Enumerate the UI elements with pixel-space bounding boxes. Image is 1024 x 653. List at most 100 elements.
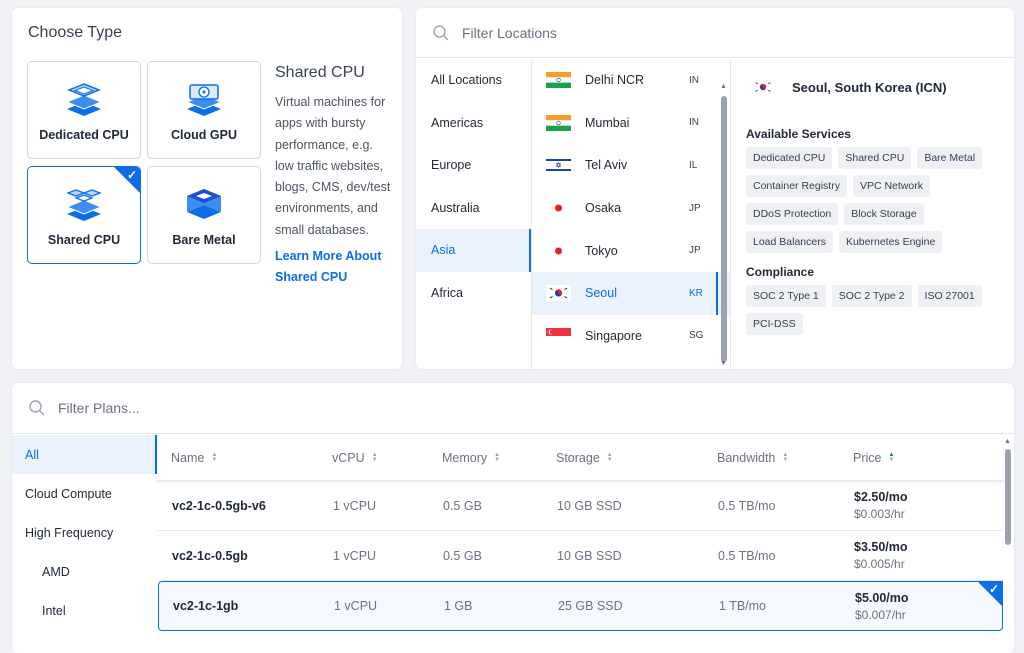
search-icon [433, 24, 449, 40]
services-heading: Available Services [746, 127, 851, 141]
india-flag-icon [546, 72, 571, 89]
city-osaka[interactable]: Osaka JP [532, 187, 730, 230]
city-tel-aviv[interactable]: Tel Aviv IL [532, 144, 730, 187]
compliance-chip: SOC 2 Type 2 [831, 285, 912, 307]
column-header-storage[interactable]: Storage ▲ ▼ [556, 451, 717, 465]
service-chip: Kubernetes Engine [838, 231, 943, 253]
plan-price: $2.50/mo $0.003/hr [854, 490, 974, 521]
india-flag-icon [546, 114, 571, 131]
column-label: Bandwidth [717, 450, 776, 465]
location-scrollbar[interactable] [721, 96, 727, 362]
compliance-list: SOC 2 Type 1 SOC 2 Type 2 ISO 27001 PCI-… [746, 285, 1000, 335]
bare-metal-icon [187, 189, 221, 219]
region-africa[interactable]: Africa [416, 272, 531, 315]
south-korea-flag-icon [546, 285, 571, 302]
scroll-up-arrow-icon[interactable]: ▲ [720, 83, 727, 90]
choose-type-title: Choose Type [28, 24, 122, 41]
plan-memory: 0.5 GB [443, 548, 482, 563]
plan-vcpu: 1 vCPU [333, 548, 377, 563]
tile-label: Bare Metal [172, 233, 236, 247]
table-row[interactable]: vc2-1c-0.5gb 1 vCPU 0.5 GB 10 GB SSD 0.5… [158, 531, 1003, 581]
category-cloud-compute[interactable]: Cloud Compute [12, 474, 157, 513]
plans-scrollbar[interactable] [1005, 449, 1011, 545]
location-detail: Seoul, South Korea (ICN) Available Servi… [732, 59, 1014, 369]
tile-cloud-gpu[interactable]: Cloud GPU [147, 61, 261, 159]
location-detail-title: Seoul, South Korea (ICN) [792, 79, 947, 95]
region-asia[interactable]: Asia [416, 229, 531, 272]
compliance-heading: Compliance [746, 265, 815, 279]
scroll-up-arrow-icon[interactable]: ▲ [1004, 438, 1011, 445]
city-name: Tokyo [585, 243, 618, 258]
column-header-bandwidth[interactable]: Bandwidth ▲ ▼ [717, 451, 853, 465]
compliance-chip: ISO 27001 [917, 285, 982, 307]
price-monthly: $2.50/mo [854, 490, 908, 504]
location-search-bar [416, 8, 1014, 58]
type-description: Shared CPU Virtual machines for apps wit… [275, 64, 395, 288]
service-chip: Bare Metal [917, 147, 983, 169]
price-hourly: $0.007/hr [855, 607, 906, 622]
column-label: Memory [442, 450, 488, 465]
plan-name: vc2-1c-0.5gb [172, 548, 248, 563]
region-australia[interactable]: Australia [416, 187, 531, 230]
region-all-locations[interactable]: All Locations [416, 59, 531, 102]
country-code: IN [689, 117, 699, 129]
category-amd[interactable]: AMD [12, 552, 157, 591]
table-row[interactable]: vc2-1c-0.5gb-v6 1 vCPU 0.5 GB 10 GB SSD … [158, 481, 1003, 531]
plan-bandwidth: 0.5 TB/mo [718, 498, 776, 513]
sort-icon: ▲ ▼ [371, 451, 378, 463]
city-delhi-ncr[interactable]: Delhi NCR IN [532, 59, 730, 102]
plan-storage: 25 GB SSD [558, 599, 623, 613]
tile-dedicated-cpu[interactable]: Dedicated CPU [27, 61, 141, 159]
city-name: Osaka [585, 201, 622, 216]
sort-icon: ▲ ▼ [782, 451, 789, 463]
sort-icon: ▲ ▼ [211, 451, 218, 463]
search-icon [29, 400, 45, 416]
city-tokyo[interactable]: Tokyo JP [532, 229, 730, 272]
tile-label: Cloud GPU [171, 128, 237, 142]
location-search-input[interactable] [462, 24, 762, 41]
column-header-memory[interactable]: Memory ▲ ▼ [442, 451, 556, 465]
city-mumbai[interactable]: Mumbai IN [532, 102, 730, 145]
country-code: IL [689, 159, 698, 171]
plan-name: vc2-1c-1gb [173, 599, 239, 613]
tile-shared-cpu[interactable]: ✓ Shared CPU [27, 166, 141, 264]
city-name: Singapore [585, 328, 642, 343]
plan-memory: 0.5 GB [443, 498, 482, 513]
service-chip: Dedicated CPU [746, 147, 833, 169]
column-header-name[interactable]: Name ▲ ▼ [157, 451, 332, 465]
tile-bare-metal[interactable]: Bare Metal [147, 166, 261, 264]
column-header-price[interactable]: Price ▲ ▼ [853, 451, 973, 465]
plan-search-input[interactable] [58, 400, 358, 416]
scroll-down-arrow-icon[interactable]: ▼ [720, 360, 727, 367]
locations-panel: All Locations Americas Europe Australia … [416, 8, 1014, 369]
service-chip: VPC Network [852, 175, 930, 197]
service-chip: Load Balancers [746, 231, 833, 253]
city-singapore[interactable]: Singapore SG [532, 315, 730, 358]
column-label: Storage [556, 450, 600, 465]
column-label: vCPU [332, 450, 365, 465]
tile-label: Shared CPU [47, 233, 121, 247]
description-heading: Shared CPU [275, 64, 365, 81]
column-header-vcpu[interactable]: vCPU ▲ ▼ [332, 451, 442, 465]
service-chip: Container Registry [746, 175, 847, 197]
category-all[interactable]: All [12, 435, 157, 474]
plan-price: $5.00/mo $0.007/hr [855, 591, 975, 622]
compliance-chip: SOC 2 Type 1 [746, 285, 826, 307]
choose-type-panel: Choose Type Dedicated CPU Cloud GPU ✓ Sh… [12, 8, 402, 369]
japan-flag-icon [546, 242, 571, 259]
region-list: All Locations Americas Europe Australia … [416, 59, 532, 369]
category-intel[interactable]: Intel [12, 591, 157, 630]
category-high-frequency[interactable]: High Frequency [12, 513, 157, 552]
country-code: KR [689, 287, 703, 299]
service-chip: Shared CPU [838, 147, 912, 169]
service-chip: DDoS Protection [746, 203, 839, 225]
region-europe[interactable]: Europe [416, 144, 531, 187]
plans-table: Name ▲ ▼ vCPU ▲ ▼ Memory ▲ ▼ Storage ▲ ▼ Bandwid… [157, 435, 1003, 653]
japan-flag-icon [546, 200, 571, 217]
table-row-selected[interactable]: ✓ vc2-1c-1gb 1 vCPU 1 GB 25 GB SSD 1 TB/… [158, 581, 1003, 631]
plans-panel: All Cloud Compute High Frequency AMD Int… [12, 383, 1014, 653]
column-label: Price [853, 450, 882, 465]
region-americas[interactable]: Americas [416, 102, 531, 145]
learn-more-link[interactable]: Learn More About Shared CPU [275, 246, 395, 288]
city-seoul[interactable]: Seoul KR [532, 271, 730, 315]
